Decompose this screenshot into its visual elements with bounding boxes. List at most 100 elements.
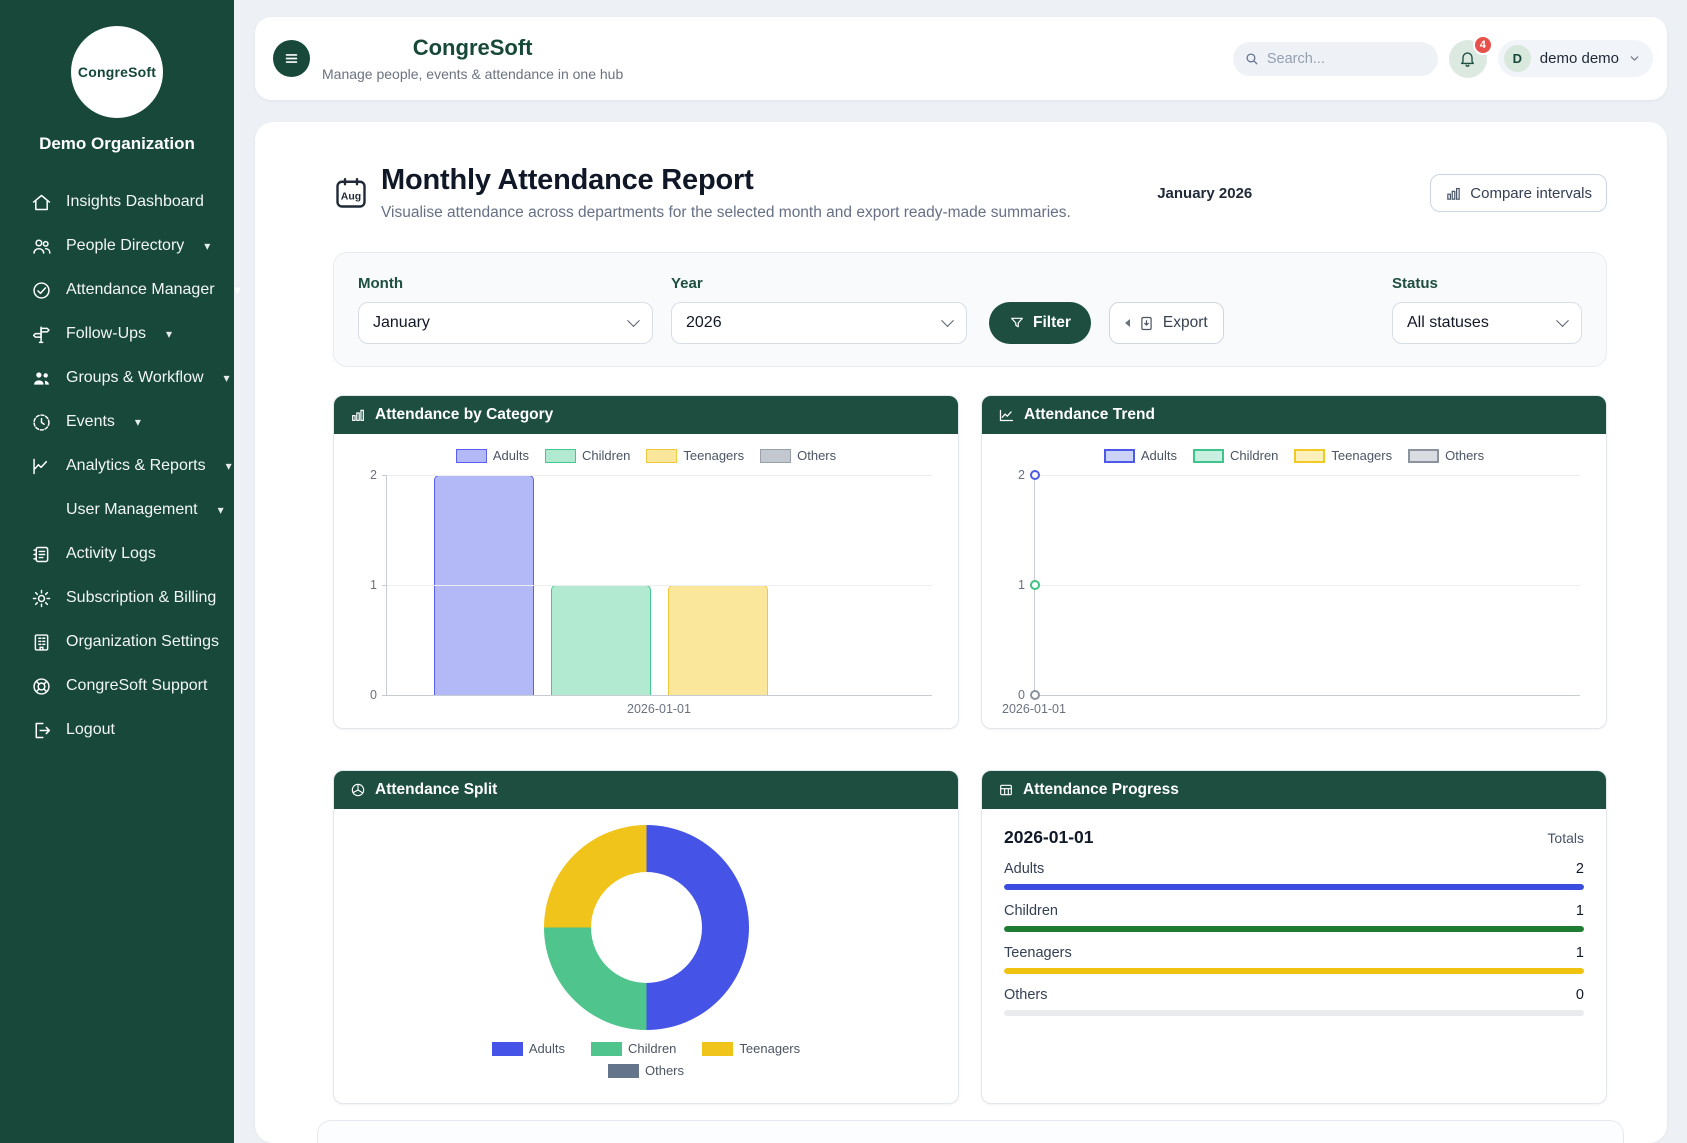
search-box[interactable] (1233, 42, 1438, 76)
org-name: Demo Organization (8, 134, 226, 154)
sidebar-item-organization-settings[interactable]: Organization Settings (0, 620, 234, 664)
triangle-left-icon (1125, 319, 1130, 327)
bar-plot-area: 210 (386, 475, 932, 696)
x-tick-label: 2026-01-01 (1002, 702, 1066, 716)
y-tick-label: 1 (1003, 578, 1025, 592)
chevron-down-icon (941, 314, 954, 327)
bar-x-axis: 2026-01-01 (386, 702, 932, 720)
selected-period: January 2026 (1157, 185, 1252, 202)
progress-row-label: Others (1004, 987, 1048, 1003)
sidebar-nav: Insights Dashboard People Directory Atte… (0, 180, 234, 752)
legend-label: Others (645, 1063, 684, 1078)
sidebar-item-activity-logs[interactable]: Activity Logs (0, 532, 234, 576)
progress-bar-fill (1004, 926, 1584, 932)
data-point-children (1030, 580, 1040, 590)
export-button[interactable]: Export (1109, 302, 1224, 344)
document-download-icon (1138, 315, 1155, 332)
attendance-split-card: Attendance Split Adults Children Teenagers… (333, 770, 959, 1104)
legend-swatch (591, 1042, 622, 1056)
legend-label: Children (582, 448, 630, 463)
brand-tagline: Manage people, events & attendance in on… (322, 66, 623, 82)
status-select[interactable]: All statuses (1392, 302, 1582, 344)
brand-block: CongreSoft Manage people, events & atten… (322, 35, 623, 82)
compare-intervals-label: Compare intervals (1470, 185, 1592, 202)
bar-children (551, 585, 651, 695)
gridline (1035, 585, 1580, 586)
y-tick-label: 1 (355, 578, 377, 592)
trend-plot-area: 210 (1034, 475, 1580, 696)
sidebar-item-events[interactable]: Events (0, 400, 234, 444)
export-button-label: Export (1163, 314, 1208, 332)
bar-chart-icon (1445, 185, 1462, 202)
legend-item-children: Children (1193, 448, 1278, 463)
progress-row-value: 2 (1576, 861, 1584, 877)
progress-row-head: Teenagers1 (1004, 945, 1584, 961)
sidebar-item-congresoft-support[interactable]: CongreSoft Support (0, 664, 234, 708)
svg-text:Aug: Aug (341, 190, 361, 202)
progress-row-value: 0 (1576, 987, 1584, 1003)
sidebar-item-attendance-manager[interactable]: Attendance Manager (0, 268, 234, 312)
attendance-progress-card: Attendance Progress 2026-01-01 Totals Ad… (981, 770, 1607, 1104)
legend-swatch (646, 449, 677, 463)
line-chart-icon (998, 407, 1015, 424)
legend-item-adults: Adults (1104, 448, 1177, 463)
progress-row-label: Adults (1004, 861, 1044, 877)
sidebar-item-people-directory[interactable]: People Directory (0, 224, 234, 268)
attendance-trend-card: Attendance Trend Adults Children Teenagers… (981, 395, 1607, 729)
notifications-button[interactable]: 4 (1449, 40, 1487, 78)
bell-icon (1458, 49, 1477, 68)
hamburger-menu-button[interactable] (273, 40, 310, 77)
sidebar-item-label: Subscription & Billing (66, 589, 216, 607)
progress-totals-label: Totals (1547, 830, 1584, 846)
user-name: demo demo (1540, 50, 1619, 67)
filter-button[interactable]: Filter (989, 302, 1091, 344)
legend-item-children: Children (591, 1041, 676, 1056)
card-header: Attendance Trend (982, 396, 1606, 434)
line-chart-icon (30, 455, 52, 477)
pie-chart-icon (350, 782, 366, 798)
legend-item-teenagers: Teenagers (1294, 448, 1392, 463)
year-label: Year (671, 275, 967, 292)
compare-intervals-button[interactable]: Compare intervals (1430, 174, 1607, 212)
main-area: CongreSoft Manage people, events & atten… (234, 0, 1687, 1143)
progress-bar-track (1004, 926, 1584, 932)
home-icon (30, 191, 52, 213)
legend-label: Teenagers (739, 1041, 800, 1056)
sidebar-item-label: Follow-Ups (66, 325, 146, 343)
legend-item-others: Others (760, 448, 836, 463)
legend-swatch (1408, 449, 1439, 463)
legend-swatch (1193, 449, 1224, 463)
user-menu[interactable]: D demo demo (1498, 40, 1653, 77)
logo-text: CongreSoft (78, 64, 156, 80)
progress-row-head: Others 0 (1004, 987, 1584, 1003)
legend-item-teenagers: Teenagers (646, 448, 744, 463)
sidebar-item-follow-ups[interactable]: Follow-Ups (0, 312, 234, 356)
month-select[interactable]: January (358, 302, 653, 344)
sidebar-item-logout[interactable]: Logout (0, 708, 234, 752)
status-value: All statuses (1407, 314, 1489, 332)
card-title: Attendance Split (375, 781, 497, 799)
hamburger-icon (283, 50, 300, 67)
year-select[interactable]: 2026 (671, 302, 967, 344)
donut-hole (591, 872, 702, 983)
donut-ring (544, 825, 749, 1030)
chevron-down-icon (218, 369, 230, 387)
progress-date: 2026-01-01 (1004, 827, 1094, 848)
month-label: Month (358, 275, 653, 292)
trend-chart: AdultsChildrenTeenagersOthers 210 2026-0… (982, 434, 1606, 728)
sidebar-item-subscription-billing[interactable]: Subscription & Billing (0, 576, 234, 620)
status-label: Status (1392, 275, 1582, 292)
sidebar-item-groups-workflow[interactable]: Groups & Workflow (0, 356, 234, 400)
search-input[interactable] (1267, 51, 1426, 67)
chevron-down-icon (212, 501, 224, 519)
sidebar-item-analytics-reports[interactable]: Analytics & Reports (0, 444, 234, 488)
legend-label: Adults (529, 1041, 565, 1056)
sidebar-item-insights-dashboard[interactable]: Insights Dashboard (0, 180, 234, 224)
chevron-down-icon (220, 457, 232, 475)
charts-grid: Attendance by Category AdultsChildrenTee… (333, 395, 1607, 1104)
sidebar-item-user-management[interactable]: User Management (0, 488, 234, 532)
y-tick-label: 0 (355, 688, 377, 702)
sidebar-item-label: Organization Settings (66, 633, 219, 651)
signpost-icon (30, 323, 52, 345)
life-ring-icon (30, 675, 52, 697)
